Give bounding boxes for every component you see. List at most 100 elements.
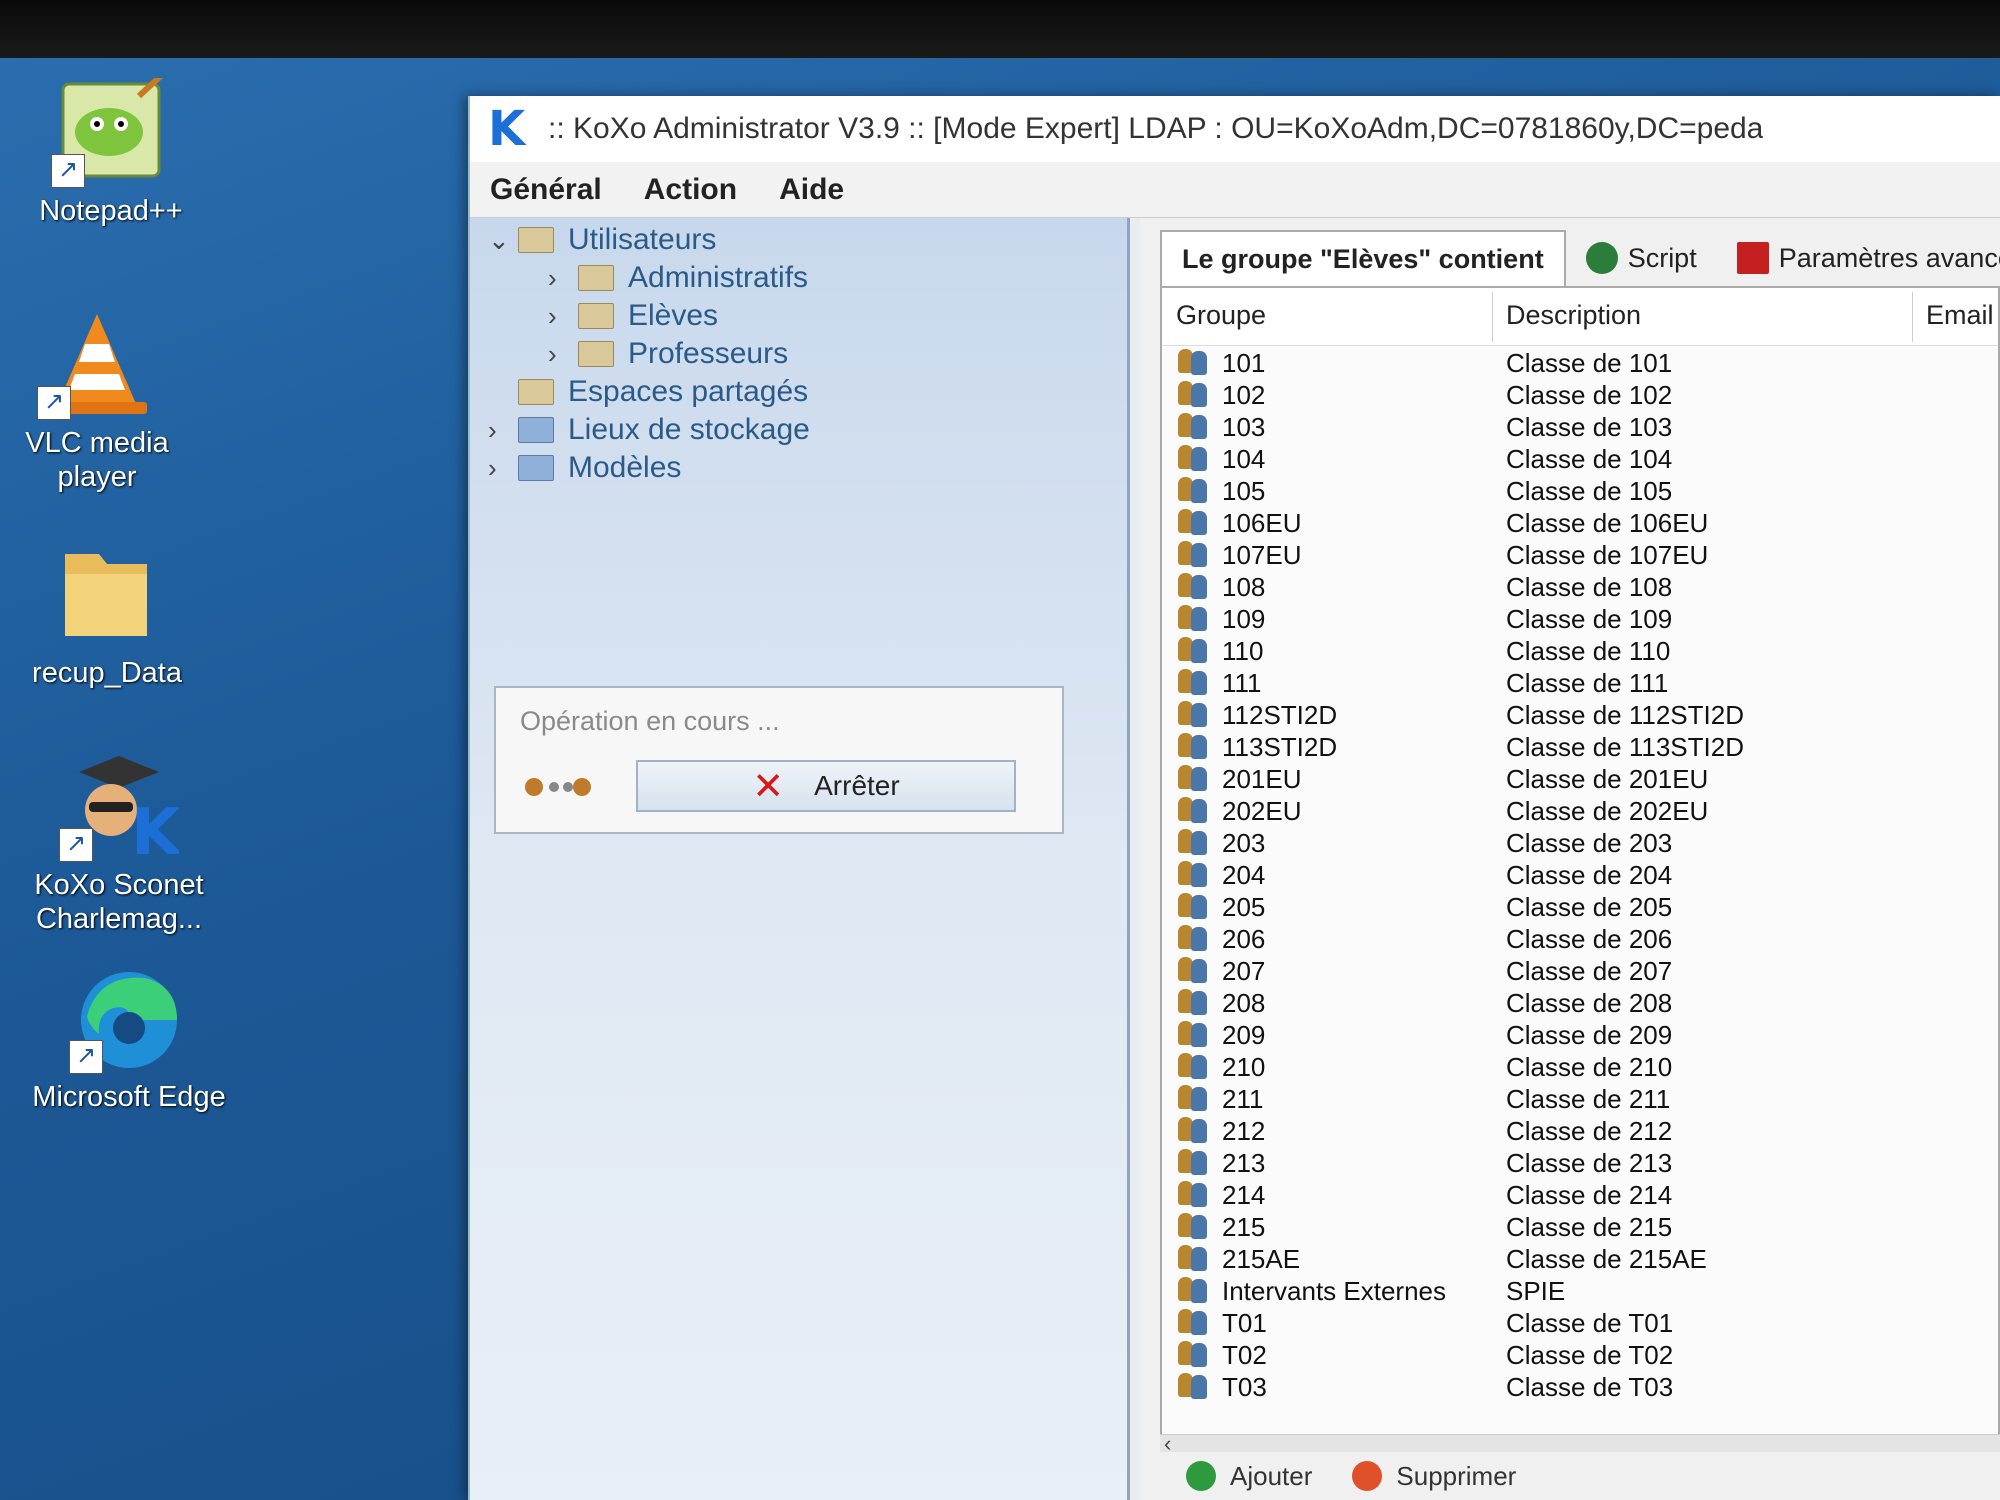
- group-name: 112STI2D: [1222, 700, 1338, 730]
- group-description: Classe de 202EU: [1506, 796, 1709, 826]
- table-row[interactable]: 205 Classe de 205: [1162, 890, 1998, 922]
- tree-item-administratifs[interactable]: › Administratifs: [548, 260, 808, 296]
- table-row[interactable]: T01 Classe de T01: [1162, 1306, 1998, 1338]
- tree-panel: ⌄ Utilisateurs › Administratifs › Elèves…: [470, 218, 1130, 1500]
- delete-button[interactable]: Supprimer: [1352, 1461, 1516, 1492]
- group-icon: [1176, 509, 1210, 535]
- table-row[interactable]: 109 Classe de 109: [1162, 602, 1998, 634]
- table-row[interactable]: 210 Classe de 210: [1162, 1050, 1998, 1082]
- koxo-sconet-icon: K ↗: [59, 752, 183, 870]
- group-description: Classe de 212: [1506, 1116, 1673, 1146]
- tree-item-eleves[interactable]: › Elèves: [548, 298, 718, 334]
- settings-panel-icon: [1736, 242, 1769, 274]
- table-row[interactable]: 201EU Classe de 201EU: [1162, 762, 1998, 794]
- koxo-logo-icon: K: [488, 101, 526, 157]
- group-name: Intervants Externes: [1222, 1276, 1446, 1306]
- group-name: 202EU: [1222, 796, 1302, 826]
- tree-item-professeurs[interactable]: › Professeurs: [548, 336, 788, 372]
- add-button-label: Ajouter: [1230, 1460, 1313, 1491]
- group-icon: [1176, 413, 1210, 439]
- menu-general[interactable]: Général: [490, 173, 602, 207]
- group-icon: [1176, 1149, 1210, 1175]
- group-description: SPIE: [1506, 1276, 1566, 1306]
- table-row[interactable]: 209 Classe de 209: [1162, 1018, 1998, 1050]
- table-row[interactable]: 208 Classe de 208: [1162, 986, 1998, 1018]
- stop-button[interactable]: ✕ Arrêter: [636, 760, 1016, 812]
- table-row[interactable]: 101 Classe de 101: [1162, 346, 1998, 378]
- tree-item-label: Modèles: [568, 451, 682, 484]
- chevron-right-icon[interactable]: ›: [548, 339, 578, 370]
- table-row[interactable]: 212 Classe de 212: [1162, 1114, 1998, 1146]
- table-row[interactable]: 211 Classe de 211: [1162, 1082, 1998, 1114]
- group-list[interactable]: Groupe Description Email 101 Classe de 10…: [1160, 286, 2000, 1436]
- table-row[interactable]: 113STI2D Classe de 113STI2D: [1162, 730, 1998, 762]
- group-icon: [1176, 989, 1210, 1015]
- table-row[interactable]: 215AE Classe de 215AE: [1162, 1242, 1998, 1274]
- koxo-admin-window: K :: KoXo Administrator V3.9 :: [Mode Ex…: [468, 96, 2000, 1500]
- tree-item-modeles[interactable]: › Modèles: [488, 450, 681, 486]
- table-row[interactable]: 105 Classe de 105: [1162, 474, 1998, 506]
- table-row[interactable]: 215 Classe de 215: [1162, 1210, 1998, 1242]
- group-name: 102: [1222, 380, 1266, 410]
- table-row[interactable]: 206 Classe de 206: [1162, 922, 1998, 954]
- table-row[interactable]: 102 Classe de 102: [1162, 378, 1998, 410]
- folder-icon: [578, 265, 614, 291]
- chevron-right-icon[interactable]: ›: [488, 415, 518, 446]
- horizontal-scrollbar[interactable]: ‹: [1160, 1431, 2000, 1456]
- menu-aide[interactable]: Aide: [779, 173, 844, 207]
- table-row[interactable]: 202EU Classe de 202EU: [1162, 794, 1998, 826]
- group-description: Classe de 102: [1506, 380, 1673, 410]
- desktop-icon-notepad[interactable]: ↗ Notepad++: [0, 71, 226, 228]
- table-row[interactable]: T02 Classe de T02: [1162, 1338, 1998, 1370]
- column-header-group[interactable]: Groupe: [1176, 300, 1266, 331]
- group-name: 201EU: [1222, 764, 1302, 794]
- table-row[interactable]: T03 Classe de T03: [1162, 1370, 1998, 1402]
- table-row[interactable]: 203 Classe de 203: [1162, 826, 1998, 858]
- group-icon: [1176, 797, 1210, 823]
- group-description: Classe de 106EU: [1506, 508, 1709, 538]
- chevron-down-icon[interactable]: ⌄: [488, 225, 518, 256]
- tab-group-contents[interactable]: Le groupe "Elèves" contient: [1160, 230, 1566, 286]
- title-bar[interactable]: K :: KoXo Administrator V3.9 :: [Mode Ex…: [470, 96, 2000, 162]
- tree-item-lieux-de-stockage[interactable]: › Lieux de stockage: [488, 412, 810, 448]
- table-row[interactable]: Intervants Externes SPIE: [1162, 1274, 1998, 1306]
- table-row[interactable]: 111 Classe de 111: [1162, 666, 1998, 698]
- table-row[interactable]: 108 Classe de 108: [1162, 570, 1998, 602]
- tree-item-espaces-partages[interactable]: Espaces partagés: [488, 374, 808, 410]
- table-row[interactable]: 103 Classe de 103: [1162, 410, 1998, 442]
- table-row[interactable]: 214 Classe de 214: [1162, 1178, 1998, 1210]
- window-title: :: KoXo Administrator V3.9 :: [Mode Expe…: [548, 112, 1764, 145]
- table-row[interactable]: 107EU Classe de 107EU: [1162, 538, 1998, 570]
- column-separator[interactable]: [1912, 292, 1913, 342]
- add-button[interactable]: Ajouter: [1186, 1461, 1312, 1492]
- table-row[interactable]: 204 Classe de 204: [1162, 858, 1998, 890]
- column-separator[interactable]: [1492, 292, 1493, 342]
- table-row[interactable]: 207 Classe de 207: [1162, 954, 1998, 986]
- group-icon: [1176, 1277, 1210, 1303]
- desktop-icon-koxo-sconet[interactable]: K ↗ KoXo Sconet Charlemag...: [4, 752, 234, 936]
- group-description: Classe de 215AE: [1506, 1244, 1707, 1274]
- table-row[interactable]: 106EU Classe de 106EU: [1162, 506, 1998, 538]
- tab-advanced-settings[interactable]: Paramètres avancés: [1717, 230, 2000, 286]
- table-row[interactable]: 112STI2D Classe de 112STI2D: [1162, 698, 1998, 730]
- tree-item-utilisateurs[interactable]: ⌄ Utilisateurs: [488, 222, 716, 258]
- desktop-icon-vlc[interactable]: ↗ VLC media player: [0, 310, 212, 494]
- column-header-email[interactable]: Email: [1926, 300, 1994, 331]
- tree-item-label: Administratifs: [628, 261, 809, 294]
- menu-action[interactable]: Action: [644, 173, 737, 207]
- table-row[interactable]: 104 Classe de 104: [1162, 442, 1998, 474]
- tree-item-label: Elèves: [628, 299, 719, 332]
- folder-icon: [518, 227, 554, 253]
- table-row[interactable]: 110 Classe de 110: [1162, 634, 1998, 666]
- tab-script[interactable]: Script: [1566, 230, 1717, 286]
- desktop-icon-edge[interactable]: ↗ Microsoft Edge: [14, 964, 244, 1114]
- chevron-right-icon[interactable]: ›: [488, 453, 518, 484]
- column-header-description[interactable]: Description: [1506, 300, 1641, 331]
- desktop-icon-recup-data[interactable]: recup_Data: [0, 540, 222, 690]
- group-icon: [1176, 637, 1210, 663]
- chevron-right-icon[interactable]: ›: [548, 263, 578, 294]
- table-row[interactable]: 213 Classe de 213: [1162, 1146, 1998, 1178]
- group-icon: [1176, 445, 1210, 471]
- chevron-right-icon[interactable]: ›: [548, 301, 578, 332]
- list-rows: 101 Classe de 101 102 Classe de 102 103 Class…: [1162, 346, 1998, 1402]
